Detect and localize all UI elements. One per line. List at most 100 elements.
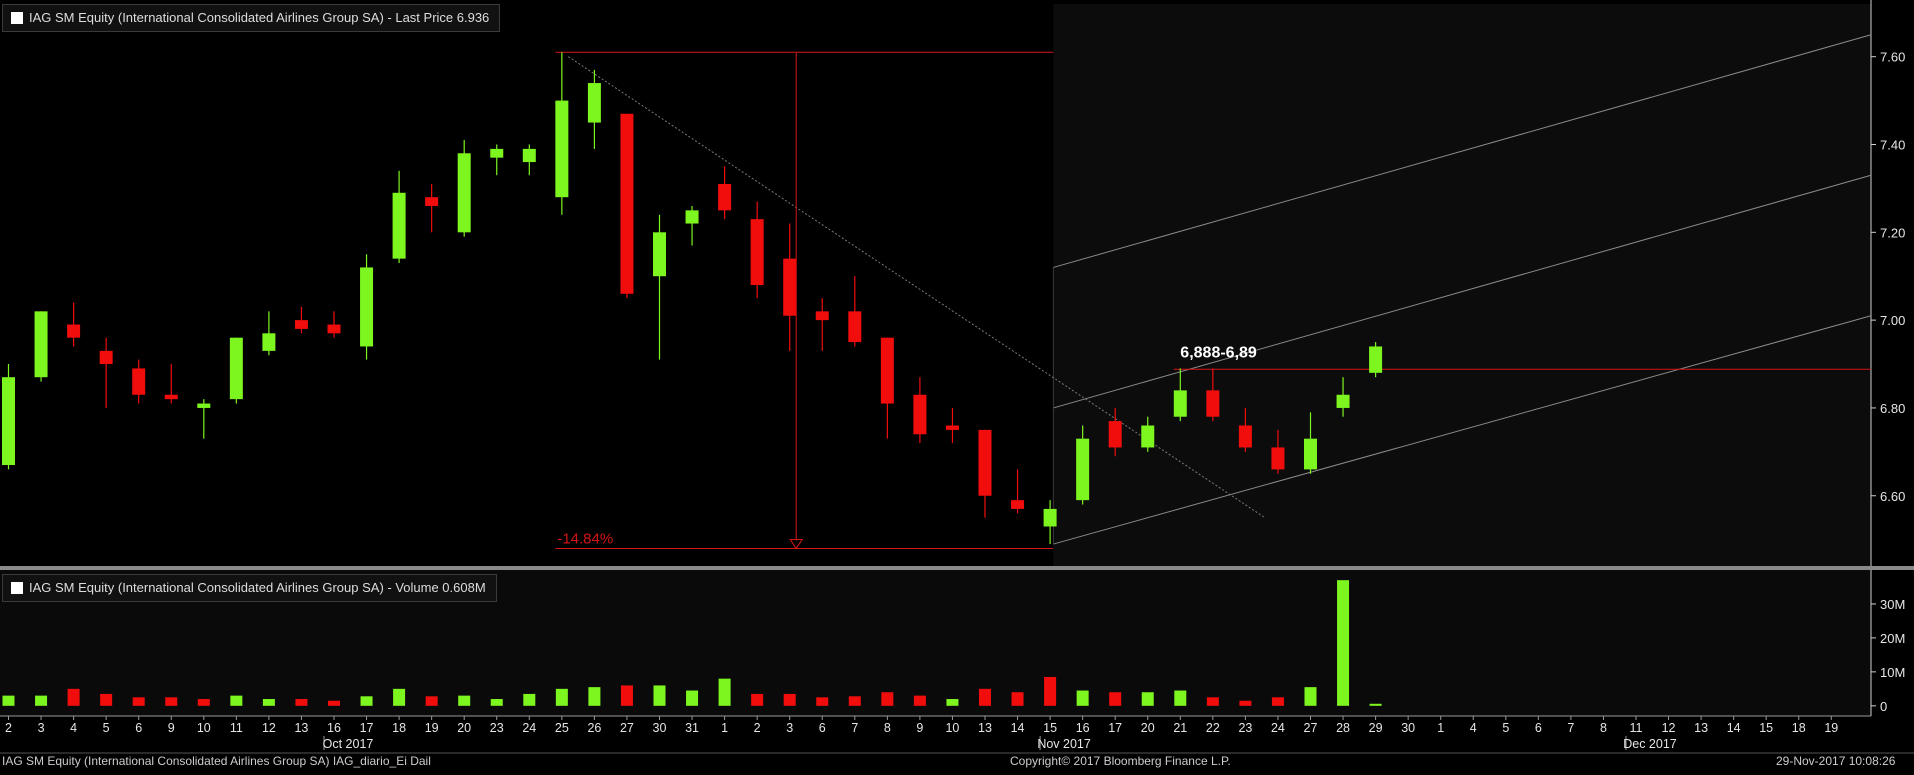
- price-legend[interactable]: IAG SM Equity (International Consolidate…: [2, 4, 501, 32]
- volume-bar: [1337, 580, 1350, 706]
- volume-bar: [230, 695, 243, 706]
- candle-body: [1271, 447, 1285, 470]
- volume-tick-label: 20M: [1880, 631, 1905, 646]
- x-day-label: 16: [1076, 721, 1090, 735]
- volume-bar: [588, 687, 601, 706]
- volume-legend[interactable]: IAG SM Equity (International Consolidate…: [2, 574, 497, 602]
- x-day-label: 24: [1271, 721, 1285, 735]
- x-day-label: 15: [1759, 721, 1773, 735]
- x-day-label: 27: [1304, 721, 1318, 735]
- x-day-label: 2: [754, 721, 761, 735]
- candle-body: [1206, 390, 1220, 417]
- volume-bar: [2, 695, 15, 706]
- volume-bar: [35, 695, 48, 706]
- candle-body: [522, 148, 536, 163]
- volume-bar: [1239, 700, 1252, 706]
- x-day-label: 30: [653, 721, 667, 735]
- projection-zone: [1053, 4, 1871, 566]
- x-day-label: 20: [1141, 721, 1155, 735]
- volume-bar: [1304, 687, 1317, 706]
- candle-body: [490, 148, 504, 158]
- volume-bar: [67, 688, 80, 706]
- x-day-label: 24: [522, 721, 536, 735]
- level-label: 6,888-6,89: [1180, 344, 1257, 361]
- candle-body: [294, 320, 308, 329]
- x-day-label: 7: [851, 721, 858, 735]
- x-day-label: 2: [5, 721, 12, 735]
- x-month-label: Oct 2017: [323, 737, 374, 751]
- x-day-label: 6: [1535, 721, 1542, 735]
- x-day-label: 8: [1600, 721, 1607, 735]
- x-day-label: 11: [1630, 721, 1643, 735]
- volume-bar: [490, 699, 503, 706]
- volume-bar: [1011, 692, 1024, 706]
- candle-body: [587, 83, 601, 123]
- volume-bar: [653, 685, 666, 706]
- chart-area: 7.60 7.40 7.20 7.00 6.80 6.60 -14.84% 6,888-6,8…: [0, 0, 1914, 770]
- volume-bar: [751, 693, 764, 706]
- x-day-label: 11: [230, 721, 243, 735]
- y-tick-label: 7.00: [1880, 313, 1905, 328]
- candle-body: [913, 394, 927, 435]
- volume-bar: [555, 688, 568, 706]
- x-day-label: 20: [457, 721, 471, 735]
- volume-bar: [816, 697, 829, 706]
- x-day-label: 10: [197, 721, 211, 735]
- x-day-label: 6: [135, 721, 142, 735]
- volume-tick-label: 30M: [1880, 597, 1905, 612]
- volume-chart-title: IAG SM Equity (International Consolidate…: [29, 580, 486, 595]
- x-day-label: 4: [1470, 721, 1477, 735]
- volume-bar: [197, 699, 210, 706]
- x-month-label: Dec 2017: [1623, 737, 1677, 751]
- volume-bar: [1076, 690, 1089, 706]
- x-day-label: 23: [1238, 721, 1252, 735]
- candle-body: [1369, 346, 1383, 373]
- volume-bar: [979, 688, 991, 706]
- volume-bar: [165, 697, 178, 706]
- x-day-label: 19: [425, 721, 439, 735]
- candle-body: [1336, 394, 1350, 408]
- candle-body: [1304, 438, 1317, 470]
- candle-body: [750, 219, 764, 285]
- volume-bar: [1109, 692, 1122, 706]
- x-day-label: 14: [1011, 721, 1025, 735]
- candle-body: [2, 377, 15, 466]
- volume-bar: [1271, 697, 1284, 706]
- x-day-label: 25: [555, 721, 569, 735]
- volume-bar: [946, 699, 959, 706]
- volume-bar: [132, 697, 145, 706]
- x-day-label: 18: [392, 721, 406, 735]
- candle-body: [425, 197, 439, 206]
- x-day-label: 13: [978, 721, 992, 735]
- x-day-label: 3: [38, 721, 45, 735]
- x-day-label: 10: [945, 721, 959, 735]
- x-day-label: 26: [587, 721, 601, 735]
- volume-bar: [1369, 703, 1382, 706]
- x-day-label: 14: [1727, 721, 1741, 735]
- volume-bar: [1044, 676, 1057, 706]
- legend-swatch-icon: [11, 12, 23, 24]
- x-day-label: 18: [1792, 721, 1806, 735]
- x-day-label: 31: [685, 721, 699, 735]
- candle-body: [880, 337, 894, 404]
- volume-bar: [718, 678, 731, 706]
- volume-bar: [620, 685, 633, 706]
- x-day-label: 17: [360, 721, 374, 735]
- y-tick-label: 6.60: [1880, 489, 1905, 504]
- y-tick-label: 6.80: [1880, 401, 1905, 416]
- volume-bar: [458, 695, 471, 706]
- candle-body: [685, 210, 699, 224]
- x-day-label: 13: [1694, 721, 1708, 735]
- x-month-label: Nov 2017: [1037, 737, 1091, 751]
- x-day-label: 4: [70, 721, 77, 735]
- volume-bar: [100, 693, 113, 706]
- volume-bar: [783, 693, 796, 706]
- candle-body: [132, 368, 146, 395]
- price-chart-title: IAG SM Equity (International Consolidate…: [29, 10, 490, 25]
- y-tick-label: 7.60: [1880, 50, 1905, 65]
- candle-body: [1043, 508, 1057, 527]
- candle-body: [1108, 421, 1122, 448]
- x-day-label: 12: [262, 721, 276, 735]
- candle-body: [815, 311, 829, 321]
- candle-body: [197, 403, 211, 408]
